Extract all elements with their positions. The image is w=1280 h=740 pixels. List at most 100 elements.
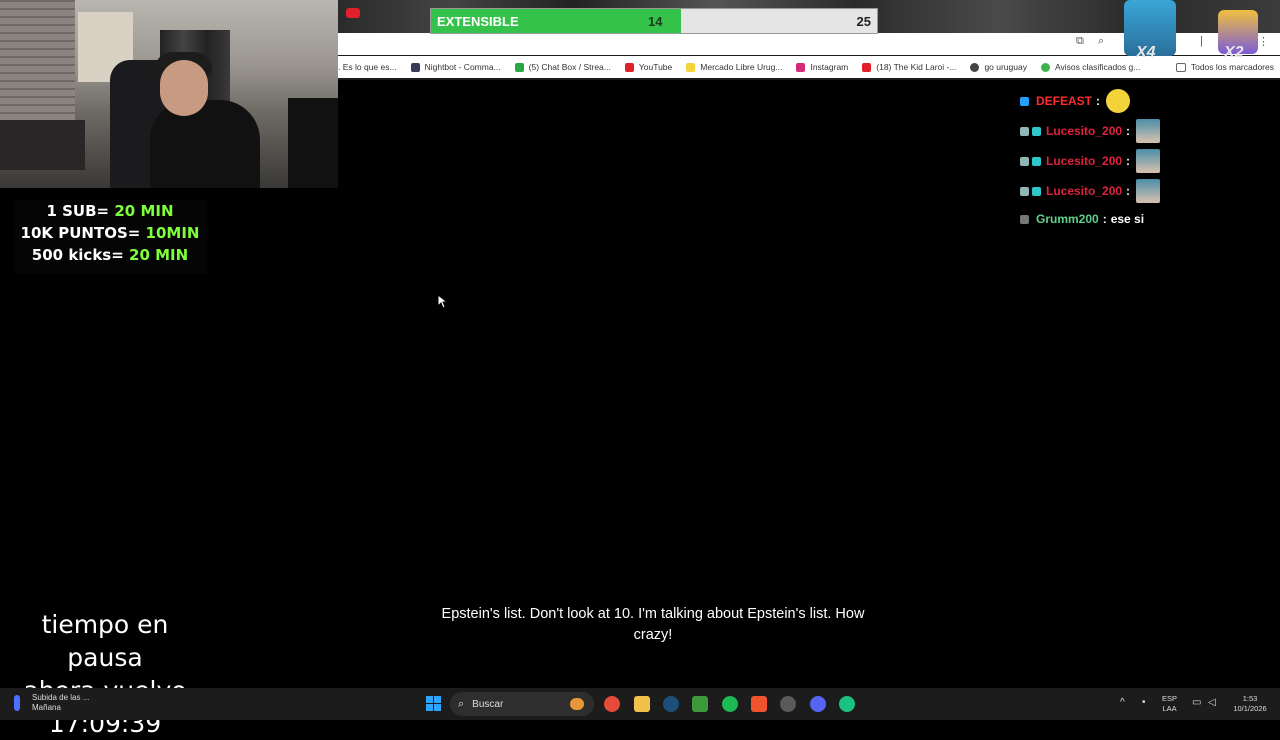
goal-progress-bar: EXTENSIBLE 14 25 — [430, 8, 878, 34]
points-rule-value: 10MIN — [145, 224, 200, 242]
instagram-icon — [796, 62, 806, 72]
chat-overlay: DEFEAST: Lucesito_200: Lucesito_200: Luc… — [1016, 86, 1280, 232]
bookmark-item[interactable]: Avisos clasificados g... — [1040, 62, 1141, 72]
lang-line-2: LAA — [1162, 704, 1177, 713]
chat-username: Lucesito_200 — [1046, 154, 1123, 168]
all-bookmarks-label: Todos los marcadores — [1190, 62, 1274, 72]
minecraft-icon[interactable] — [692, 696, 708, 712]
language-indicator[interactable]: ESP LAA — [1162, 694, 1177, 714]
chat-emote-icon — [1136, 179, 1161, 203]
taskbar-search[interactable]: ⌕ Buscar — [450, 692, 594, 716]
chat-badge-icon — [1020, 186, 1029, 196]
all-bookmarks-button[interactable]: Todos los marcadores — [1175, 62, 1274, 72]
chat-username: DEFEAST — [1036, 94, 1093, 108]
chat-badge-icon — [1032, 186, 1041, 196]
weather-line-1: Subida de las ... — [32, 693, 90, 702]
chat-badge-icon — [1020, 156, 1029, 166]
chat-badge-icon — [1020, 214, 1029, 224]
youtube-icon — [862, 62, 872, 72]
clock-time: 1:53 — [1242, 694, 1258, 703]
chat-message: DEFEAST: — [1016, 86, 1280, 116]
chrome-icon[interactable] — [604, 696, 620, 712]
discord-icon[interactable] — [810, 696, 826, 712]
bookmark-label: Mercado Libre Urug... — [700, 62, 783, 72]
points-rule: 10K PUNTOS= 10MIN — [14, 222, 206, 244]
goal-label: EXTENSIBLE — [437, 14, 519, 29]
cursor-icon — [437, 294, 447, 309]
goal-current-value: 14 — [648, 14, 663, 29]
divider-icon: | — [1200, 35, 1203, 47]
sub-rule-label: 1 SUB= — [46, 202, 115, 220]
microphone-icon[interactable]: • — [1142, 698, 1146, 708]
tray-chevron-icon[interactable]: ^ — [1120, 698, 1125, 708]
chat-emote-icon — [1136, 149, 1161, 173]
subtitle-caption: Epstein's list. Don't look at 10. I'm ta… — [441, 606, 865, 643]
pause-line-1: tiempo en pausa — [41, 610, 169, 672]
menu-icon[interactable]: ⋮ — [1258, 35, 1269, 48]
spotify-icon[interactable] — [722, 696, 738, 712]
volume-icon[interactable]: ◁ — [1208, 698, 1216, 708]
bookmark-label: Instagram — [810, 62, 849, 72]
bookmark-label: . Es lo que es... — [338, 62, 397, 72]
chat-message-text: ese si — [1110, 212, 1145, 226]
weather-widget[interactable]: Subida de las ... Mañana — [14, 693, 89, 713]
kicks-rule-value: 20 MIN — [129, 246, 189, 264]
chat-badge-icon — [1032, 126, 1041, 136]
chat-username: Lucesito_200 — [1046, 124, 1123, 138]
weather-line-2: Mañana — [32, 703, 61, 712]
streamelements-icon — [514, 62, 524, 72]
chat-emote-icon — [1136, 119, 1161, 143]
bookmark-item[interactable]: Mercado Libre Urug... — [686, 62, 782, 72]
bookmark-label: (18) The Kid Laroi -... — [876, 62, 957, 72]
cast-icon[interactable]: ⧉ — [1076, 35, 1084, 48]
steam-icon[interactable] — [663, 696, 679, 712]
lang-line-1: ESP — [1162, 694, 1178, 703]
chat-username: Lucesito_200 — [1046, 184, 1123, 198]
sub-rule: 1 SUB= 20 MIN — [14, 200, 206, 222]
app-icon[interactable] — [839, 696, 855, 712]
multiplier-x2: X2 — [1224, 44, 1244, 61]
webcam-feed — [0, 0, 338, 188]
clock[interactable]: 1:53 10/1/2026 — [1226, 694, 1274, 714]
chat-message: Lucesito_200: — [1016, 146, 1280, 176]
sub-rule-value: 20 MIN — [114, 202, 174, 220]
bookmark-item[interactable]: (5) Chat Box / Strea... — [514, 62, 611, 72]
thermometer-icon — [14, 695, 20, 711]
bookmark-item[interactable]: YouTube — [624, 62, 673, 72]
bookmark-item[interactable]: go uruguay — [970, 62, 1027, 72]
bookmark-label: (5) Chat Box / Strea... — [528, 62, 611, 72]
chat-message: Lucesito_200: — [1016, 116, 1280, 146]
youtube-icon — [624, 62, 634, 72]
file-explorer-icon[interactable] — [634, 696, 650, 712]
points-rule-label: 10K PUNTOS= — [20, 224, 146, 242]
obs-icon[interactable] — [780, 696, 796, 712]
search-highlight-icon — [570, 698, 584, 710]
bookmark-item[interactable]: Instagram — [796, 62, 848, 72]
multiplier-x4: X4 — [1136, 44, 1156, 61]
chat-badge-icon — [1020, 96, 1029, 106]
globe-icon — [970, 62, 980, 72]
bookmark-item[interactable]: (18) The Kid Laroi -... — [862, 62, 956, 72]
brave-icon[interactable] — [751, 696, 767, 712]
bookmark-label: Avisos clasificados g... — [1054, 62, 1141, 72]
chat-username: Grumm200 — [1036, 212, 1099, 226]
kicks-rule: 500 kicks= 20 MIN — [14, 244, 206, 266]
bookmark-label: YouTube — [638, 62, 673, 72]
zoom-icon[interactable]: ⌕ — [1098, 35, 1104, 48]
chat-message: Grumm200 : ese si — [1016, 206, 1280, 232]
windows-start-icon[interactable] — [426, 696, 441, 711]
gallito-icon — [1040, 62, 1050, 72]
bookmark-item[interactable]: . Es lo que es... — [338, 62, 397, 72]
search-icon: ⌕ — [458, 697, 465, 710]
clock-date: 10/1/2026 — [1233, 704, 1267, 713]
nightbot-icon — [410, 62, 420, 72]
folder-icon — [1175, 62, 1186, 72]
bookmark-item[interactable]: Nightbot - Comma... — [410, 62, 501, 72]
bookmark-label: Nightbot - Comma... — [424, 62, 501, 72]
chat-emote-icon — [1106, 89, 1131, 113]
network-icon[interactable]: ▭ — [1192, 698, 1201, 708]
chat-badge-icon — [1032, 156, 1041, 166]
chat-message: Lucesito_200: — [1016, 176, 1280, 206]
chat-badge-icon — [1020, 126, 1029, 136]
search-placeholder: Buscar — [472, 698, 504, 710]
